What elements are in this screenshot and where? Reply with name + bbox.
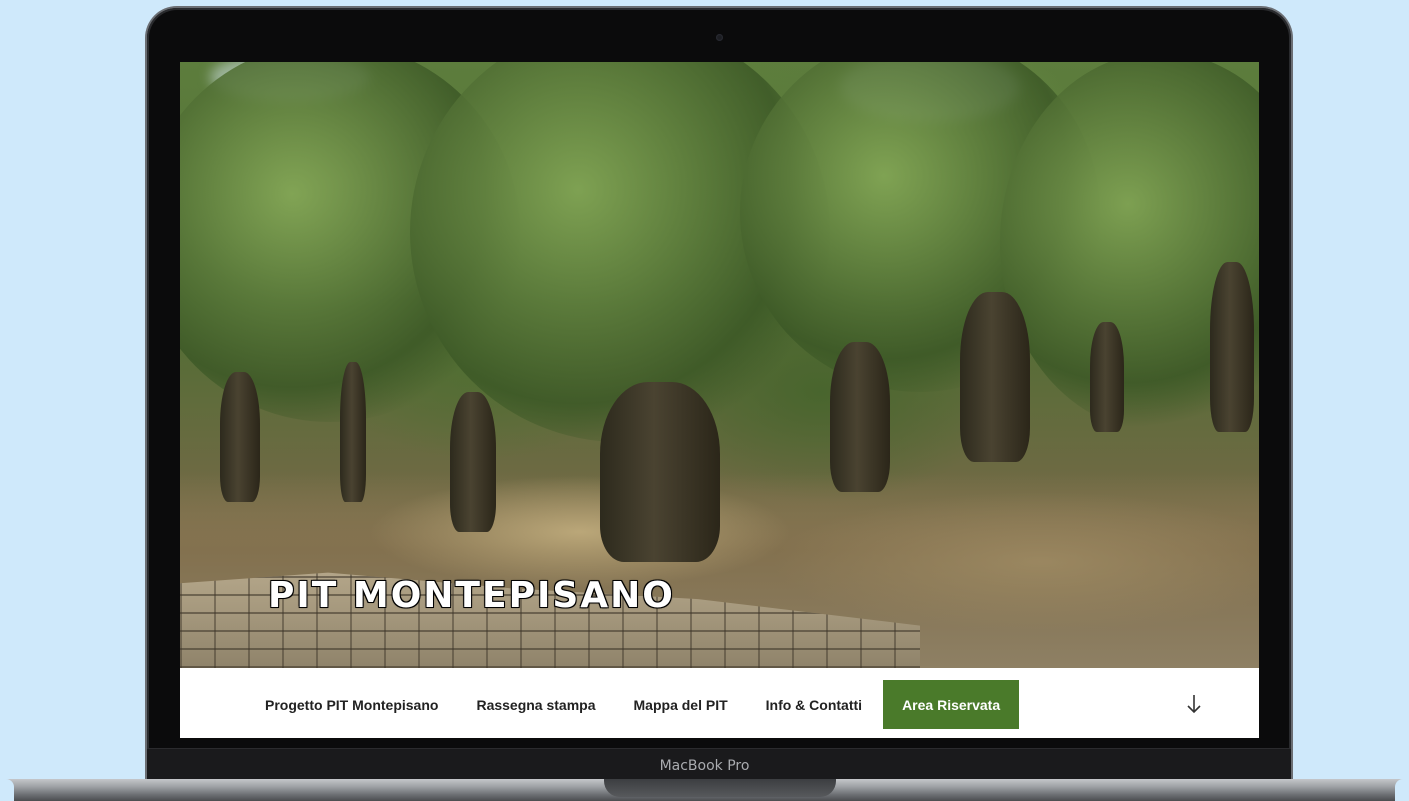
browser-viewport: PIT MONTEPISANO Progetto PIT Montepisano…	[180, 62, 1259, 738]
olive-trunk	[1210, 262, 1254, 432]
olive-trunk	[960, 292, 1030, 462]
hero-header-image: PIT MONTEPISANO	[180, 62, 1259, 668]
nav-item-mappa[interactable]: Mappa del PIT	[615, 680, 747, 729]
olive-trunk	[600, 382, 720, 562]
nav-item-info-contatti[interactable]: Info & Contatti	[747, 680, 881, 729]
camera-icon	[716, 34, 723, 41]
nav-menu: Progetto PIT Montepisano Rassegna stampa…	[246, 680, 1020, 729]
page-stage: PIT MONTEPISANO Progetto PIT Montepisano…	[0, 0, 1409, 801]
nav-item-progetto[interactable]: Progetto PIT Montepisano	[246, 680, 457, 729]
nav-item-rassegna-stampa[interactable]: Rassegna stampa	[457, 680, 614, 729]
olive-trunk	[340, 362, 366, 502]
olive-trunk	[830, 342, 890, 492]
olive-trunk	[220, 372, 260, 502]
device-brand-label: MacBook Pro	[659, 758, 750, 774]
nav-item-area-riservata[interactable]: Area Riservata	[883, 680, 1020, 729]
arrow-down-icon[interactable]	[1182, 690, 1206, 718]
olive-trunk	[1090, 322, 1124, 432]
site-title[interactable]: PIT MONTEPISANO	[268, 575, 675, 616]
main-navigation: Progetto PIT Montepisano Rassegna stampa…	[180, 668, 1259, 738]
laptop-notch	[604, 779, 836, 797]
olive-trunk	[450, 392, 496, 532]
base-edge-right	[1395, 779, 1409, 801]
base-edge-left	[0, 779, 14, 801]
